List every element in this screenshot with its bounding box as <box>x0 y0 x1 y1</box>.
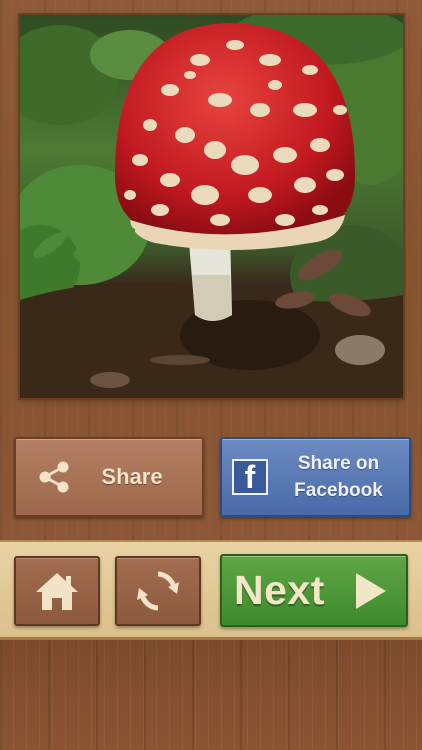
share-button-label: Share <box>101 464 163 489</box>
puzzle-image <box>20 15 403 398</box>
bottom-toolbar: Next <box>0 540 422 640</box>
share-facebook-label: Share on Facebook <box>268 450 409 504</box>
share-button[interactable]: Share <box>14 437 204 517</box>
next-button[interactable]: Next <box>220 554 408 627</box>
share-facebook-label-line1: Share on <box>297 453 380 474</box>
share-facebook-label-line2: Facebook <box>294 480 383 501</box>
refresh-button[interactable] <box>115 556 201 626</box>
play-arrow-icon <box>356 573 386 609</box>
share-facebook-button[interactable]: f Share on Facebook <box>220 437 411 517</box>
home-button[interactable] <box>14 556 100 626</box>
refresh-icon <box>137 571 179 611</box>
home-icon <box>36 573 78 610</box>
wood-footer <box>0 640 422 750</box>
share-icon <box>39 461 69 493</box>
facebook-icon: f <box>232 459 268 495</box>
next-button-label: Next <box>234 567 325 613</box>
